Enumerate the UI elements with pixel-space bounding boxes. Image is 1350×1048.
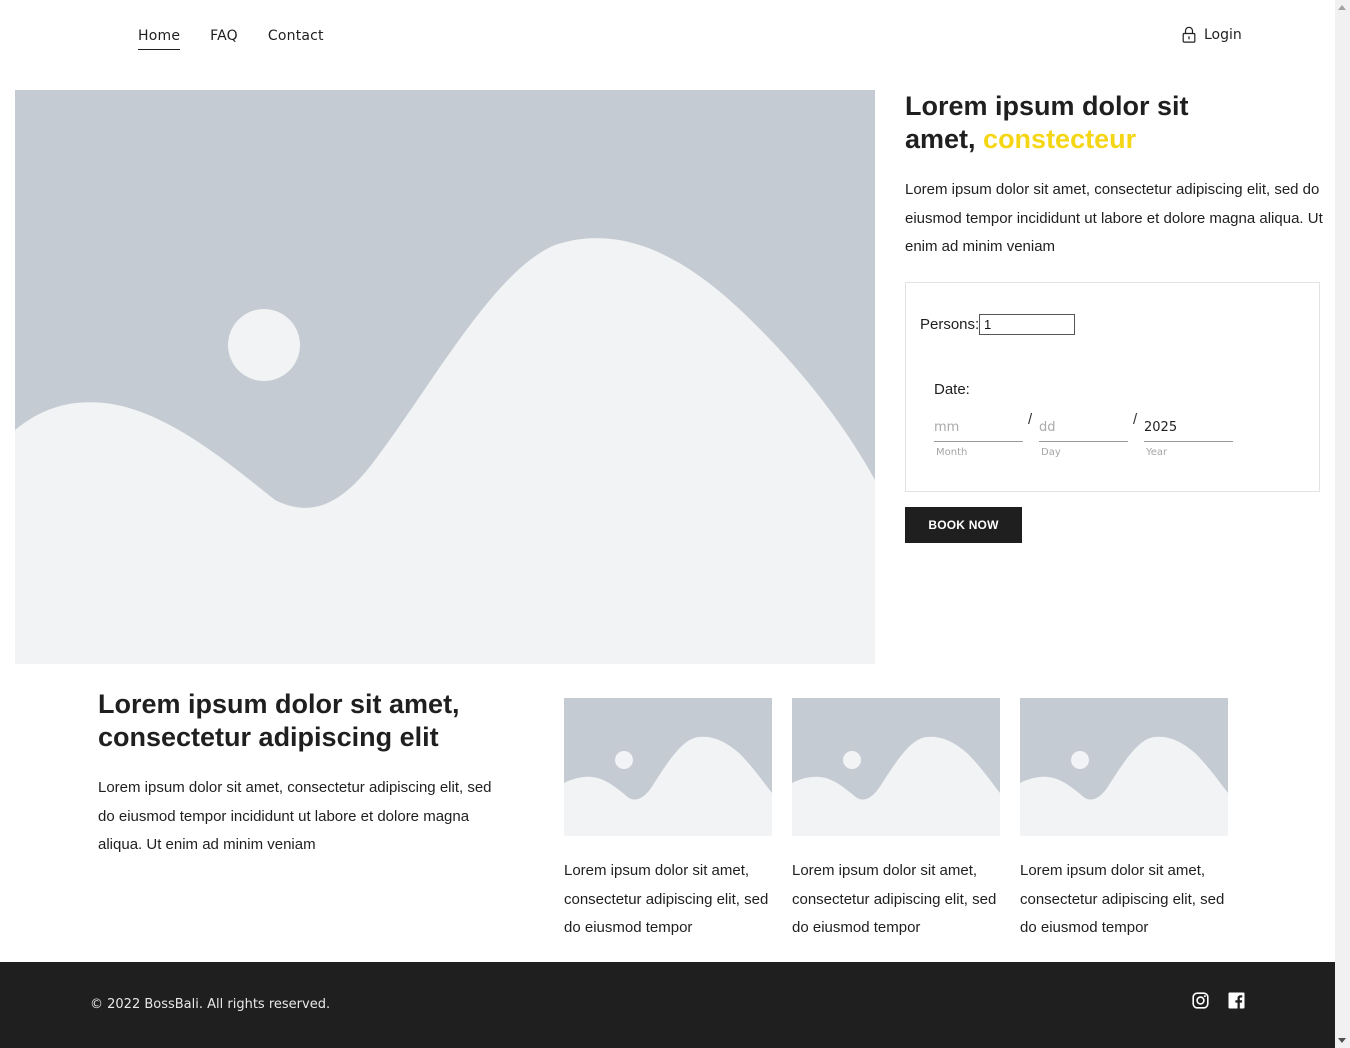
- hero-title-accent: constecteur: [983, 124, 1137, 154]
- booking-form: Persons: Date: Month / Day / Year: [905, 282, 1320, 492]
- scroll-up-arrow-icon[interactable]: [1338, 5, 1346, 10]
- year-sublabel: Year: [1146, 447, 1168, 458]
- year-field: Year: [1144, 413, 1233, 458]
- card-text: Lorem ipsum dolor sit amet, consectetur …: [792, 862, 997, 936]
- year-input[interactable]: [1144, 413, 1233, 442]
- page: Home FAQ Contact Login Lorem ipsum dolor…: [0, 0, 1335, 1048]
- image-placeholder-icon: [792, 698, 1000, 836]
- book-now-button[interactable]: BOOK NOW: [905, 507, 1022, 543]
- month-input[interactable]: [934, 413, 1023, 442]
- copyright-text: © 2022 BossBali. All rights reserved.: [90, 997, 331, 1012]
- vertical-scrollbar[interactable]: [1335, 0, 1350, 1048]
- login-button[interactable]: Login: [1182, 26, 1242, 43]
- footer: © 2022 BossBali. All rights reserved.: [0, 962, 1335, 1048]
- scroll-down-arrow-icon[interactable]: [1338, 1038, 1346, 1043]
- image-placeholder-icon: [15, 90, 875, 664]
- image-placeholder-icon: [1020, 698, 1228, 836]
- card-text: Lorem ipsum dolor sit amet, consectetur …: [1020, 862, 1225, 936]
- nav-contact-link[interactable]: Contact: [268, 28, 324, 50]
- instagram-icon[interactable]: [1192, 992, 1209, 1009]
- date-separator: /: [1028, 411, 1033, 428]
- date-label: Date:: [934, 381, 970, 398]
- date-separator: /: [1133, 411, 1138, 428]
- card-text: Lorem ipsum dolor sit amet, consectetur …: [564, 862, 769, 936]
- card: Lorem ipsum dolor sit amet, consectetur …: [1020, 698, 1228, 943]
- facebook-icon[interactable]: [1228, 992, 1245, 1009]
- persons-label: Persons:: [920, 316, 980, 333]
- month-field: Month: [934, 413, 1023, 458]
- login-label: Login: [1204, 26, 1242, 43]
- day-field: Day: [1039, 413, 1128, 458]
- card: Lorem ipsum dolor sit amet, consectetur …: [564, 698, 772, 943]
- nav-faq-link[interactable]: FAQ: [210, 28, 238, 50]
- image-placeholder-icon: [564, 698, 772, 836]
- persons-input[interactable]: [979, 314, 1075, 335]
- section-description: Lorem ipsum dolor sit amet, consectetur …: [98, 779, 492, 853]
- hero-title: Lorem ipsum dolor sit amet, constecteur: [905, 90, 1235, 156]
- card: Lorem ipsum dolor sit amet, consectetur …: [792, 698, 1000, 943]
- day-sublabel: Day: [1041, 447, 1061, 458]
- hero-description: Lorem ipsum dolor sit amet, consectetur …: [905, 181, 1323, 255]
- main-nav: Home FAQ Contact: [138, 28, 354, 50]
- section-title: Lorem ipsum dolor sit amet, consectetur …: [98, 689, 460, 752]
- day-input[interactable]: [1039, 413, 1128, 442]
- month-sublabel: Month: [936, 447, 968, 458]
- lock-icon: [1182, 26, 1196, 43]
- nav-home-link[interactable]: Home: [138, 28, 181, 50]
